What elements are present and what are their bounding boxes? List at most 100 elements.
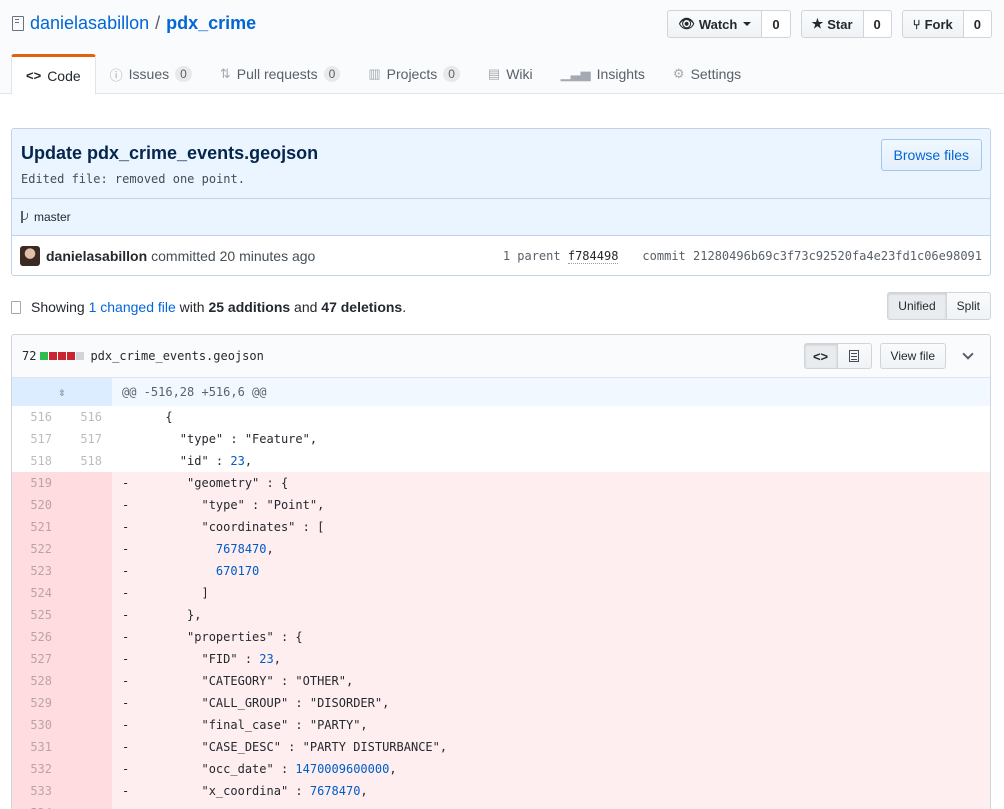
expand-icon[interactable]: ⇳ [12, 378, 112, 406]
new-line-number[interactable] [62, 582, 112, 604]
diff-summary: Showing 1 changed file with 25 additions… [11, 292, 991, 322]
new-line-number[interactable] [62, 670, 112, 692]
fork-group: ⑂ Fork 0 [901, 10, 992, 38]
tab-settings[interactable]: ⚙ Settings [659, 54, 755, 94]
fork-icon: ⑂ [912, 16, 921, 32]
commit-time: committed 20 minutes ago [151, 247, 316, 264]
old-line-number[interactable]: 522 [12, 538, 62, 560]
new-line-number[interactable] [62, 714, 112, 736]
changed-files-link[interactable]: 1 changed file [89, 299, 176, 315]
old-line-number[interactable]: 520 [12, 494, 62, 516]
rich-view-button[interactable] [837, 343, 872, 369]
code-line: - ] [122, 586, 209, 600]
code-view-icon[interactable]: <> [803, 343, 838, 369]
code-line: - "type" : "Point", [122, 498, 325, 512]
code-line: "type" : "Feature", [122, 432, 318, 446]
chevron-down-icon[interactable] [962, 348, 974, 360]
diffstat-blocks [40, 352, 85, 360]
code-line: { [122, 410, 173, 424]
old-line-number[interactable]: 521 [12, 516, 62, 538]
old-line-number[interactable]: 523 [12, 560, 62, 582]
parent-label: 1 parent [502, 249, 561, 263]
new-line-number[interactable] [62, 780, 112, 802]
old-line-number[interactable]: 534 [12, 802, 62, 809]
fork-button[interactable]: ⑂ Fork [901, 10, 964, 38]
old-line-number[interactable]: 530 [12, 714, 62, 736]
old-line-number[interactable]: 531 [12, 736, 62, 758]
star-button[interactable]: ★ Star [800, 10, 864, 38]
tab-label: Insights [596, 66, 645, 82]
new-line-number[interactable] [62, 538, 112, 560]
tab-label: Issues [128, 66, 170, 82]
commit-info: commit 21280496b69c3f73c92520fa4e23fd1c0… [642, 249, 982, 263]
new-line-number[interactable] [62, 648, 112, 670]
book-icon: ▤ [487, 66, 501, 81]
new-line-number[interactable]: 516 [62, 406, 112, 428]
branch-name[interactable]: master [34, 210, 71, 224]
tab-code[interactable]: <> Code [11, 54, 96, 95]
issue-icon: ⓘ [109, 67, 123, 83]
avatar[interactable] [20, 245, 40, 266]
old-line-number[interactable]: 517 [12, 428, 62, 450]
diff-line-deleted: 523 - 670170 [12, 560, 990, 582]
commit-sha: 21280496b69c3f73c92520fa4e23fd1c06e98091 [693, 249, 982, 263]
new-line-number[interactable] [62, 758, 112, 780]
new-line-number[interactable] [62, 626, 112, 648]
tab-projects[interactable]: ▥ Projects 0 [354, 54, 474, 94]
new-line-number[interactable]: 517 [62, 428, 112, 450]
old-line-number[interactable]: 528 [12, 670, 62, 692]
tab-pull-requests[interactable]: ⇅ Pull requests 0 [206, 54, 355, 94]
code-line: - "coordinates" : [ [122, 520, 325, 534]
code-line: - 670170 [122, 564, 260, 578]
watch-button[interactable]: 👁 Watch [667, 10, 763, 38]
old-line-number[interactable]: 533 [12, 780, 62, 802]
diffstat-block-added [40, 352, 49, 360]
caret-down-icon [743, 22, 752, 26]
projects-counter: 0 [443, 66, 460, 82]
tab-insights[interactable]: ▁▃▅ Insights [547, 54, 659, 94]
new-line-number[interactable] [62, 494, 112, 516]
new-line-number[interactable] [62, 802, 112, 809]
repo-header: danielasabillon / pdx_crime 👁 Watch 0 ★ … [0, 0, 1004, 95]
old-line-number[interactable]: 516 [12, 406, 62, 428]
old-line-number[interactable]: 518 [12, 450, 62, 472]
old-line-number[interactable]: 525 [12, 604, 62, 626]
file-name[interactable]: pdx_crime_events.geojson [90, 349, 263, 363]
fork-count[interactable]: 0 [963, 10, 992, 38]
commit-author[interactable]: danielasabillon [46, 248, 147, 264]
old-line-number[interactable]: 527 [12, 648, 62, 670]
old-line-number[interactable]: 529 [12, 692, 62, 714]
new-line-number[interactable] [62, 604, 112, 626]
new-line-number[interactable] [62, 516, 112, 538]
code-line: - "x_coordina" : 7678470, [122, 784, 368, 798]
gear-icon: ⚙ [672, 66, 685, 81]
old-line-number[interactable]: 524 [12, 582, 62, 604]
old-line-number[interactable]: 519 [12, 472, 62, 494]
new-line-number[interactable] [62, 560, 112, 582]
old-line-number[interactable]: 526 [12, 626, 62, 648]
file-diff: 72 pdx_crime_events.geojson <> View file… [11, 334, 991, 809]
tab-issues[interactable]: ⓘ Issues 0 [96, 54, 206, 94]
unified-button[interactable]: Unified [887, 292, 947, 320]
parent-sha-link[interactable]: f784498 [567, 249, 619, 264]
repo-name-link[interactable]: pdx_crime [166, 13, 256, 34]
star-count[interactable]: 0 [863, 10, 892, 38]
browse-files-button[interactable]: Browse files [880, 139, 982, 171]
diffstat-block-deleted [58, 352, 67, 360]
watch-count[interactable]: 0 [762, 10, 791, 38]
split-button[interactable]: Split [946, 292, 991, 320]
diff-line-deleted: 532 - "occ_date" : 1470009600000, [12, 758, 990, 780]
tab-label: Projects [386, 66, 438, 82]
old-line-number[interactable]: 532 [12, 758, 62, 780]
view-file-button[interactable]: View file [879, 343, 946, 369]
repo-owner-link[interactable]: danielasabillon [30, 13, 149, 34]
diffstat-count: 72 [22, 349, 37, 363]
new-line-number[interactable] [62, 472, 112, 494]
new-line-number[interactable] [62, 736, 112, 758]
graph-icon: ▁▃▅ [560, 66, 591, 81]
tab-wiki[interactable]: ▤ Wiki [474, 54, 547, 94]
new-line-number[interactable] [62, 692, 112, 714]
diff-line-context: 518 518 "id" : 23, [12, 450, 990, 472]
new-line-number[interactable]: 518 [62, 450, 112, 472]
code-line: - "CATEGORY" : "OTHER", [122, 674, 354, 688]
